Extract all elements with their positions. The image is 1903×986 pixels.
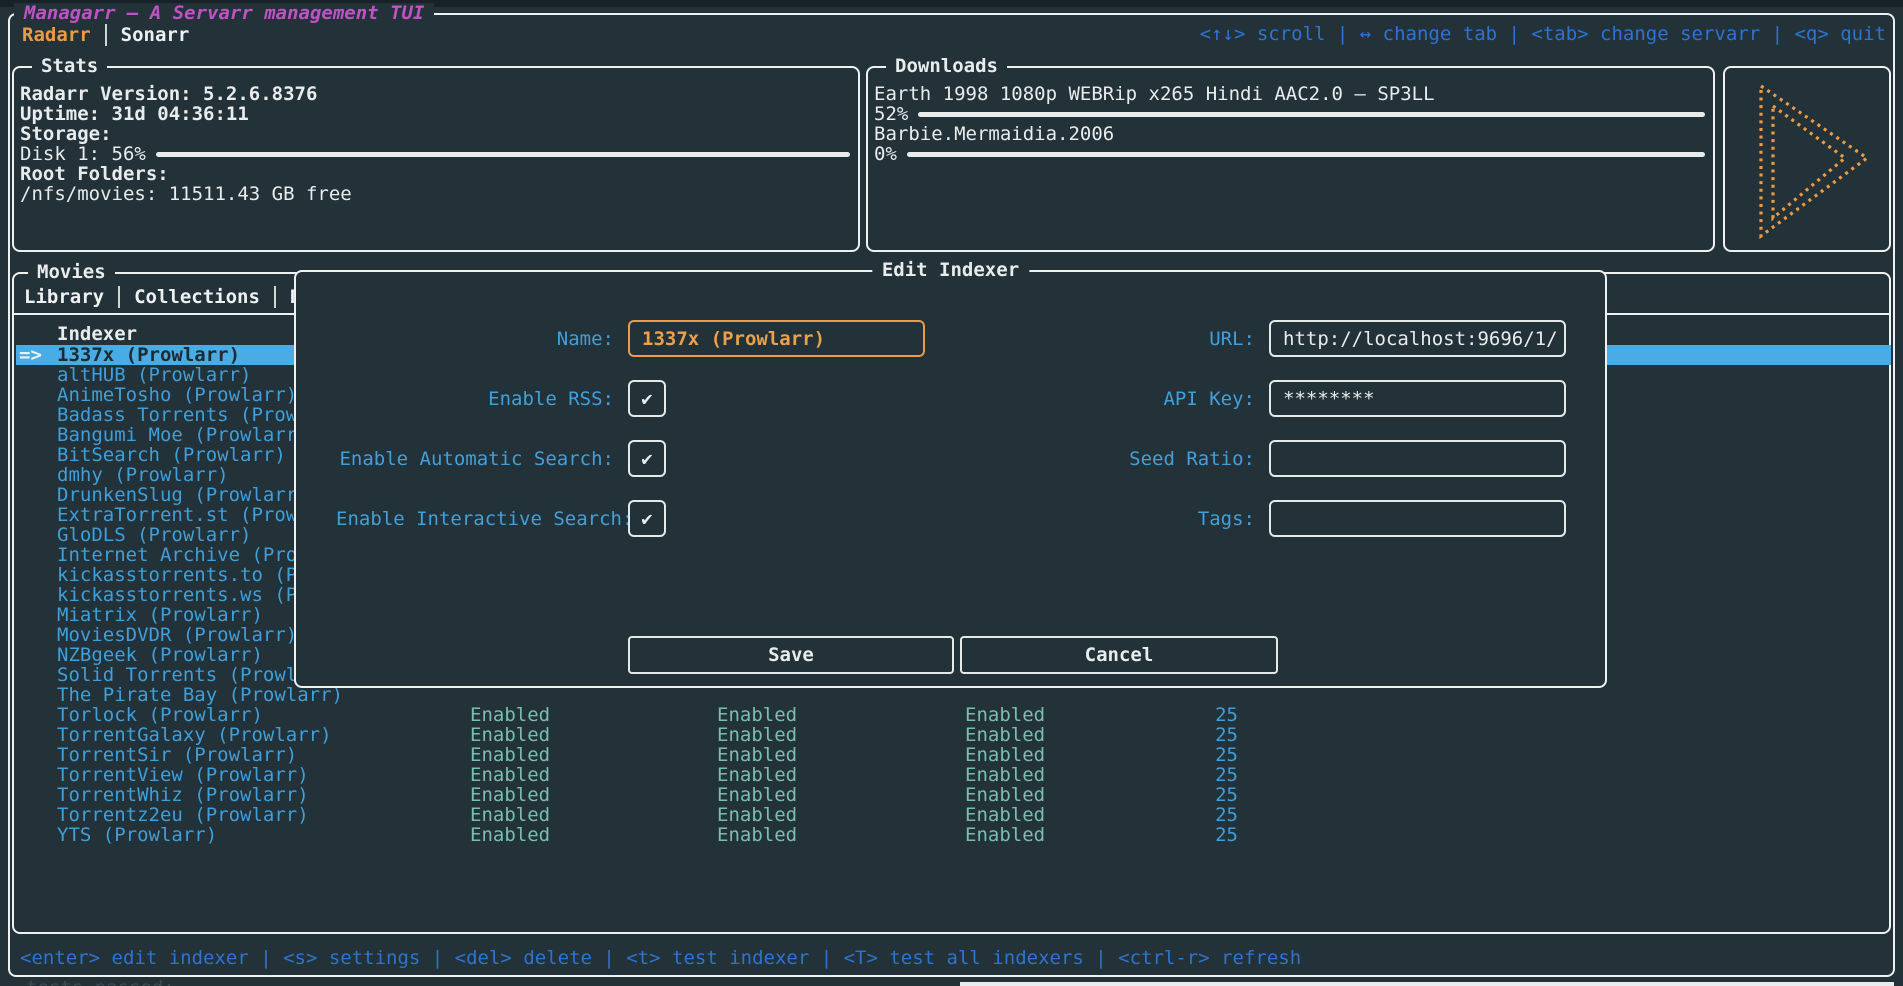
interactive-search-cell: Enabled	[965, 725, 1045, 745]
top-keybind-hints: <↑↓> scroll | ↔ change tab | <tab> chang…	[1200, 24, 1886, 44]
api-key-input[interactable]: ********	[1269, 380, 1566, 417]
indexer-row[interactable]: Torlock (Prowlarr) Enabled Enabled Enabl…	[16, 705, 1891, 725]
check-icon: ✔	[641, 449, 652, 469]
tab-divider	[105, 24, 107, 46]
priority-cell: 25	[1038, 725, 1238, 745]
priority-cell: 25	[1038, 745, 1238, 765]
interactive-search-cell: Enabled	[965, 825, 1045, 845]
footer-keybind-hints: <enter> edit indexer | <s> settings | <d…	[20, 948, 1301, 968]
rss-cell: Enabled	[470, 745, 550, 765]
enable-interactive-search-checkbox[interactable]: ✔	[628, 500, 666, 537]
stats-panel-title: Stats	[32, 56, 107, 76]
save-button[interactable]: Save	[628, 636, 954, 674]
priority-cell: 25	[1038, 825, 1238, 845]
indexer-column-header: Indexer	[57, 324, 137, 344]
indexer-row[interactable]: YTS (Prowlarr) Enabled Enabled Enabled 2…	[16, 825, 1891, 845]
root-folders-label: Root Folders:	[20, 164, 850, 184]
enable-rss-label: Enable RSS:	[336, 389, 614, 409]
terminal-bottom-strip	[960, 982, 1894, 986]
enable-auto-search-label: Enable Automatic Search:	[336, 449, 614, 469]
priority-cell: 25	[1038, 705, 1238, 725]
indexer-row[interactable]: TorrentSir (Prowlarr) Enabled Enabled En…	[16, 745, 1891, 765]
disk-usage-label: Disk 1: 56%	[20, 144, 146, 164]
check-icon: ✔	[641, 389, 652, 409]
interactive-search-cell: Enabled	[965, 805, 1045, 825]
interactive-search-cell: Enabled	[965, 785, 1045, 805]
auto-search-cell: Enabled	[717, 805, 797, 825]
check-icon: ✔	[641, 509, 652, 529]
tab-radarr[interactable]: Radarr	[22, 25, 91, 45]
priority-cell: 25	[1038, 805, 1238, 825]
name-input[interactable]: 1337x (Prowlarr)	[628, 320, 925, 357]
seed-ratio-label: Seed Ratio:	[977, 449, 1255, 469]
downloads-panel-title: Downloads	[886, 56, 1007, 76]
download-progress-bar	[918, 112, 1705, 117]
indexer-row[interactable]: Torrentz2eu (Prowlarr) Enabled Enabled E…	[16, 805, 1891, 825]
rss-cell: Enabled	[470, 785, 550, 805]
logo-panel	[1723, 66, 1891, 252]
enable-interactive-search-label: Enable Interactive Search:	[336, 509, 614, 529]
tab-collections[interactable]: Collections	[134, 287, 260, 307]
auto-search-cell: Enabled	[717, 765, 797, 785]
url-label: URL:	[977, 329, 1255, 349]
rss-cell: Enabled	[470, 765, 550, 785]
indexer-row[interactable]: TorrentView (Prowlarr) Enabled Enabled E…	[16, 765, 1891, 785]
tags-label: Tags:	[977, 509, 1255, 529]
disk-usage-bar	[156, 152, 850, 157]
indexer-row[interactable]: TorrentWhiz (Prowlarr) Enabled Enabled E…	[16, 785, 1891, 805]
servarr-tab-bar: Radarr Sonarr	[22, 24, 189, 46]
enable-auto-search-checkbox[interactable]: ✔	[628, 440, 666, 477]
rss-cell: Enabled	[470, 705, 550, 725]
modal-title: Edit Indexer	[872, 260, 1029, 280]
movies-panel-title: Movies	[28, 262, 115, 282]
auto-search-cell: Enabled	[717, 725, 797, 745]
disk-usage-row: Disk 1: 56%	[20, 144, 850, 164]
download-percent-label: 0%	[874, 144, 897, 164]
rss-cell: Enabled	[470, 805, 550, 825]
download-progress-row: 52%	[874, 104, 1705, 124]
tab-divider	[274, 286, 276, 308]
app-title: Managarr – A Servarr management TUI	[14, 3, 434, 23]
url-input[interactable]: http://localhost:9696/1/	[1269, 320, 1566, 357]
indexer-row[interactable]: The Pirate Bay (Prowlarr)	[16, 685, 1891, 705]
tags-input[interactable]	[1269, 500, 1566, 537]
interactive-search-cell: Enabled	[965, 765, 1045, 785]
interactive-search-cell: Enabled	[965, 745, 1045, 765]
download-progress-row: 0%	[874, 144, 1705, 164]
stats-panel: Stats Radarr Version: 5.2.6.8376 Uptime:…	[12, 66, 860, 252]
download-item-name: Earth 1998 1080p WEBRip x265 Hindi AAC2.…	[874, 84, 1705, 104]
download-percent-label: 52%	[874, 104, 908, 124]
seed-ratio-input[interactable]	[1269, 440, 1566, 477]
cancel-button[interactable]: Cancel	[960, 636, 1278, 674]
enable-rss-checkbox[interactable]: ✔	[628, 380, 666, 417]
tab-library[interactable]: Library	[24, 287, 104, 307]
priority-cell: 25	[1038, 785, 1238, 805]
managarr-play-logo-icon	[1731, 72, 1887, 248]
auto-search-cell: Enabled	[717, 785, 797, 805]
storage-label: Storage:	[20, 124, 850, 144]
tab-divider	[118, 286, 120, 308]
indexer-row[interactable]: TorrentGalaxy (Prowlarr) Enabled Enabled…	[16, 725, 1891, 745]
downloads-panel: Downloads Earth 1998 1080p WEBRip x265 H…	[866, 66, 1715, 252]
rss-cell: Enabled	[470, 825, 550, 845]
uptime: Uptime: 31d 04:36:11	[20, 104, 850, 124]
auto-search-cell: Enabled	[717, 745, 797, 765]
name-label: Name:	[336, 329, 614, 349]
tab-sonarr[interactable]: Sonarr	[121, 25, 190, 45]
auto-search-cell: Enabled	[717, 825, 797, 845]
download-progress-bar	[907, 152, 1705, 157]
clipped-terminal-line: tests passed:	[26, 978, 175, 986]
root-folder-line: /nfs/movies: 11511.43 GB free	[20, 184, 850, 204]
rss-cell: Enabled	[470, 725, 550, 745]
auto-search-cell: Enabled	[717, 705, 797, 725]
selection-arrow-icon: =>	[19, 345, 42, 365]
edit-indexer-modal: Edit Indexer Name: 1337x (Prowlarr) URL:…	[294, 270, 1607, 688]
priority-cell: 25	[1038, 765, 1238, 785]
download-item-name: Barbie.Mermaidia.2006	[874, 124, 1705, 144]
interactive-search-cell: Enabled	[965, 705, 1045, 725]
api-key-label: API Key:	[977, 389, 1255, 409]
radarr-version: Radarr Version: 5.2.6.8376	[20, 84, 850, 104]
